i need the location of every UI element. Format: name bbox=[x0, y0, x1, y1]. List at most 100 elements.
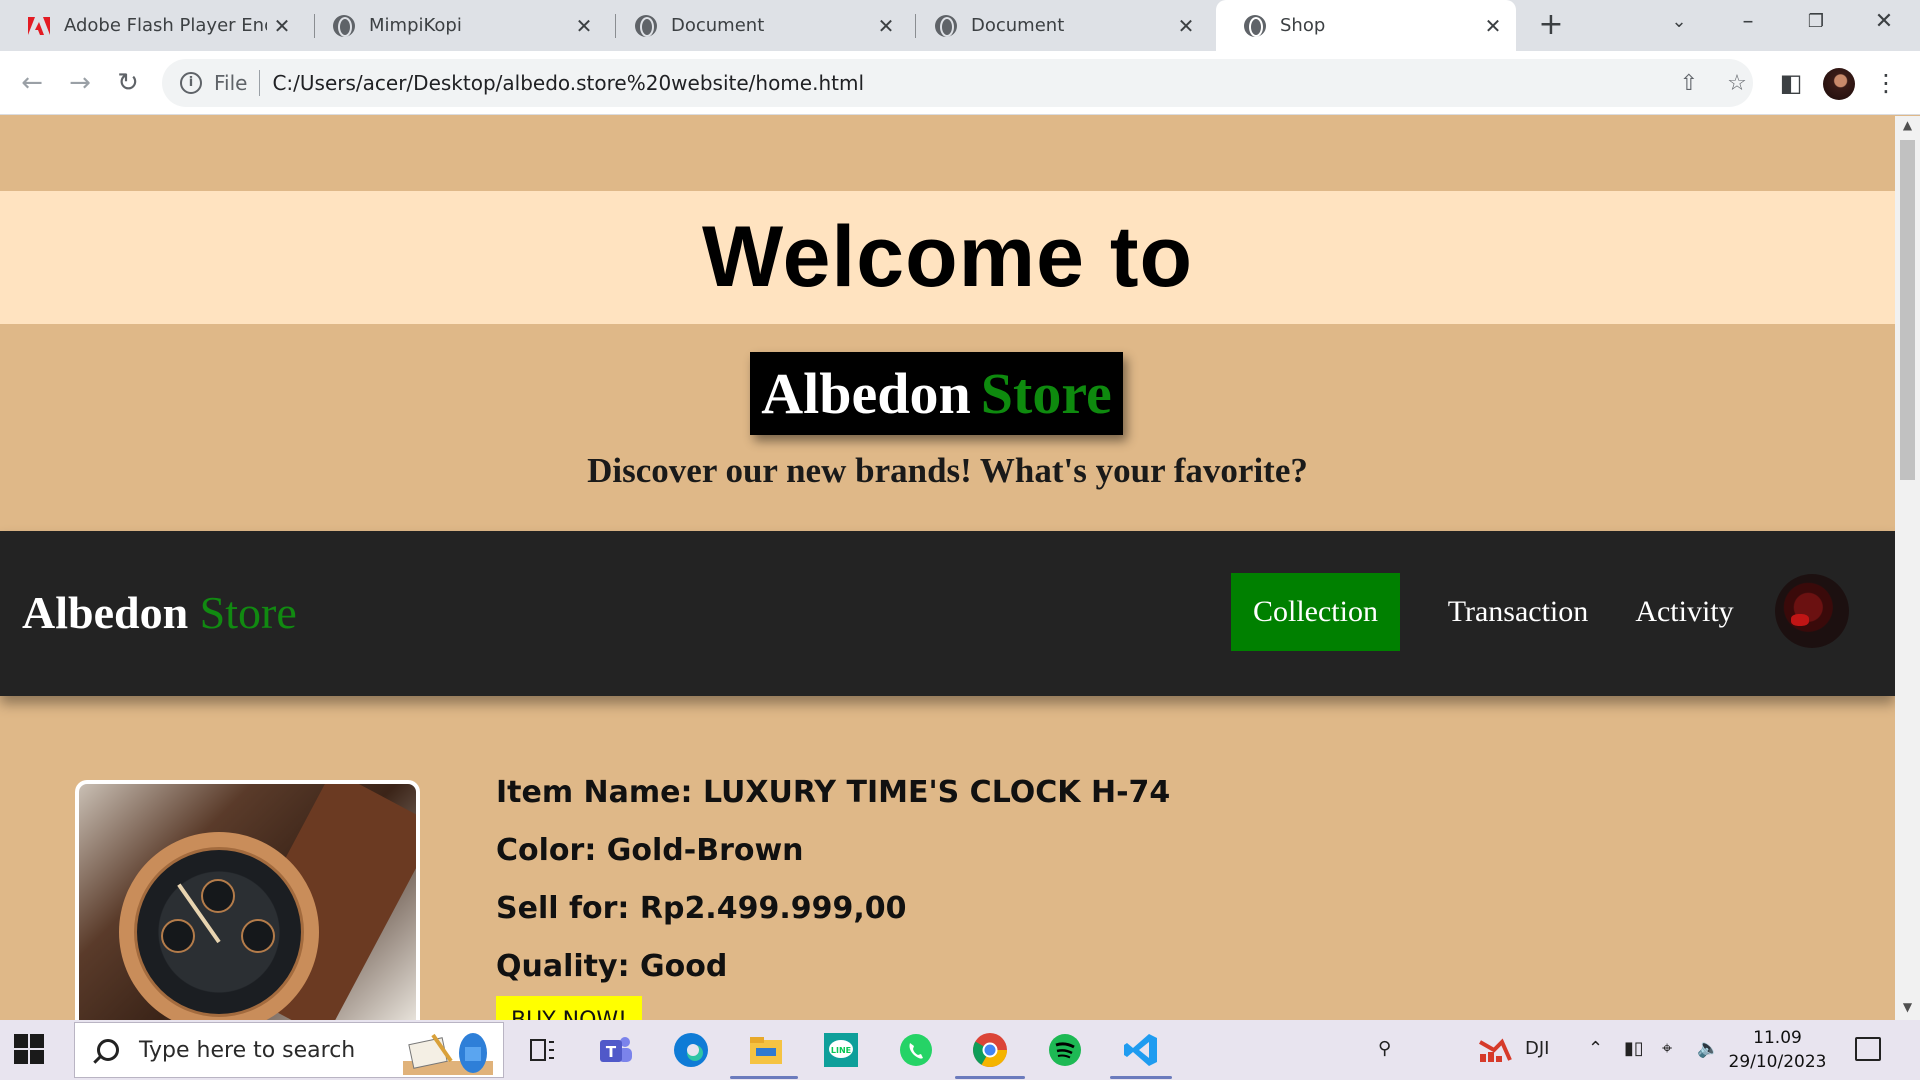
bookmark-star-icon[interactable]: ☆ bbox=[1722, 69, 1752, 99]
active-app-indicator bbox=[1110, 1076, 1172, 1079]
minimize-icon[interactable]: – bbox=[1720, 0, 1776, 44]
adobe-icon bbox=[28, 16, 50, 35]
buy-now-button[interactable]: BUY NOW! bbox=[496, 996, 642, 1020]
close-icon[interactable]: ✕ bbox=[267, 14, 297, 38]
logo-word1: Albedon bbox=[22, 587, 189, 638]
page-scrollbar[interactable]: ▲ ▼ bbox=[1895, 116, 1920, 1020]
vscode-icon[interactable] bbox=[1121, 1030, 1161, 1070]
people-icon[interactable]: ⚲ bbox=[1378, 1038, 1391, 1059]
scrollbar-thumb[interactable] bbox=[1900, 140, 1915, 480]
search-highlight-art-icon bbox=[403, 1033, 493, 1075]
windows-start-icon[interactable] bbox=[14, 1034, 46, 1066]
tab-search-chevron-icon[interactable]: ⌄ bbox=[1651, 0, 1707, 44]
clock-date: 29/10/2023 bbox=[1728, 1052, 1827, 1072]
product-color: Color: Gold-Brown bbox=[496, 833, 804, 868]
volume-icon[interactable]: 🔈 bbox=[1697, 1038, 1719, 1059]
profile-avatar[interactable] bbox=[1823, 68, 1855, 100]
tab-title: Shop bbox=[1280, 15, 1326, 36]
wifi-icon[interactable]: ⌖ bbox=[1662, 1038, 1672, 1059]
nav-link-collection[interactable]: Collection bbox=[1231, 573, 1400, 651]
restore-icon[interactable]: ❐ bbox=[1788, 0, 1844, 44]
chevron-up-icon[interactable]: ⌃ bbox=[1588, 1038, 1603, 1059]
product-price: Sell for: Rp2.499.999,00 bbox=[496, 891, 907, 926]
site-navbar: Albedon Store Collection Transaction Act… bbox=[0, 531, 1895, 696]
tab-title: Document bbox=[971, 15, 1065, 36]
product-name: Item Name: LUXURY TIME'S CLOCK H-74 bbox=[496, 775, 1171, 810]
active-app-indicator bbox=[730, 1076, 798, 1079]
menu-kebab-icon[interactable]: ⋮ bbox=[1866, 63, 1906, 103]
product-details: Item Name: LUXURY TIME'S CLOCK H-74 Colo… bbox=[496, 764, 1170, 996]
system-clock[interactable]: 11.09 29/10/2023 bbox=[1720, 1026, 1835, 1074]
close-icon[interactable]: ✕ bbox=[569, 14, 599, 38]
clock-time: 11.09 bbox=[1753, 1028, 1802, 1048]
scheme-label: File bbox=[214, 71, 248, 95]
reload-icon[interactable]: ↻ bbox=[108, 63, 148, 103]
forward-arrow-icon[interactable]: → bbox=[60, 63, 100, 103]
teams-icon[interactable]: T bbox=[596, 1030, 636, 1070]
user-avatar[interactable] bbox=[1775, 574, 1849, 648]
line-app-icon[interactable]: LINE bbox=[821, 1030, 861, 1070]
close-icon[interactable]: ✕ bbox=[1478, 14, 1508, 38]
chrome-icon[interactable] bbox=[970, 1030, 1010, 1070]
browser-tab-strip: Adobe Flash Player End of Life ✕ MimpiKo… bbox=[0, 0, 1920, 51]
omnibox-divider bbox=[259, 70, 261, 96]
watch-face bbox=[134, 847, 304, 1017]
address-bar[interactable]: i File C:/Users/acer/Desktop/albedo.stor… bbox=[162, 59, 1753, 107]
search-icon bbox=[97, 1039, 119, 1061]
product-image bbox=[75, 780, 420, 1020]
notification-icon[interactable] bbox=[1855, 1037, 1881, 1061]
spotify-icon[interactable] bbox=[1045, 1030, 1085, 1070]
share-icon[interactable]: ⇧ bbox=[1674, 69, 1704, 99]
watch-subdial bbox=[241, 919, 275, 953]
back-arrow-icon[interactable]: ← bbox=[12, 63, 52, 103]
store-badge: Albedon Store bbox=[750, 352, 1123, 435]
svg-text:LINE: LINE bbox=[831, 1046, 851, 1055]
tab-document-1[interactable]: Document ✕ bbox=[607, 0, 909, 51]
side-panel-icon[interactable]: ◧ bbox=[1771, 63, 1811, 103]
edge-icon[interactable] bbox=[671, 1030, 711, 1070]
watch-photo bbox=[79, 784, 416, 1020]
site-logo[interactable]: Albedon Store bbox=[22, 586, 297, 639]
logo-word2: Store bbox=[199, 587, 297, 638]
tab-shop[interactable]: Shop ✕ bbox=[1216, 0, 1516, 51]
file-explorer-icon[interactable] bbox=[746, 1030, 786, 1070]
close-icon[interactable]: ✕ bbox=[1171, 14, 1201, 38]
globe-icon bbox=[635, 14, 657, 37]
product-quality: Quality: Good bbox=[496, 949, 728, 984]
globe-icon bbox=[1244, 14, 1266, 37]
dji-tray-label: DJI bbox=[1525, 1038, 1550, 1059]
url-text[interactable]: C:/Users/acer/Desktop/albedo.store%20web… bbox=[272, 71, 864, 95]
globe-icon bbox=[333, 14, 355, 37]
windows-taskbar: Type here to search T LINE ⚲ DJI ⌃ ▮▯ ⌖ … bbox=[0, 1020, 1920, 1080]
browser-toolbar: ← → ↻ i File C:/Users/acer/Desktop/albed… bbox=[0, 51, 1920, 115]
tagline: Discover our new brands! What's your fav… bbox=[587, 451, 1308, 490]
welcome-heading: Welcome to bbox=[701, 209, 1194, 305]
watch-subdial bbox=[201, 879, 235, 913]
svg-text:T: T bbox=[606, 1043, 617, 1061]
dji-tray-icon[interactable] bbox=[1478, 1034, 1512, 1069]
tab-mimpikopi[interactable]: MimpiKopi ✕ bbox=[305, 0, 607, 51]
welcome-banner: Welcome to bbox=[0, 191, 1895, 324]
tab-title: MimpiKopi bbox=[369, 15, 462, 36]
scroll-up-icon[interactable]: ▲ bbox=[1895, 118, 1920, 132]
taskbar-search[interactable]: Type here to search bbox=[74, 1022, 504, 1078]
tab-title: Adobe Flash Player End of Life bbox=[64, 15, 267, 36]
watch-subdial bbox=[161, 919, 195, 953]
battery-icon[interactable]: ▮▯ bbox=[1624, 1038, 1644, 1059]
store-badge-word1: Albedon bbox=[761, 361, 971, 426]
close-icon[interactable]: ✕ bbox=[871, 14, 901, 38]
window-close-icon[interactable]: ✕ bbox=[1856, 0, 1912, 44]
nav-link-activity[interactable]: Activity bbox=[1622, 573, 1747, 651]
info-icon[interactable]: i bbox=[180, 72, 202, 94]
active-app-indicator bbox=[955, 1076, 1025, 1079]
new-tab-button[interactable]: + bbox=[1533, 7, 1569, 43]
nav-link-transaction[interactable]: Transaction bbox=[1428, 573, 1608, 651]
globe-icon bbox=[935, 14, 957, 37]
task-view-icon[interactable] bbox=[522, 1030, 562, 1070]
whatsapp-icon[interactable] bbox=[896, 1030, 936, 1070]
tab-document-2[interactable]: Document ✕ bbox=[907, 0, 1209, 51]
scroll-down-icon[interactable]: ▼ bbox=[1895, 1000, 1920, 1014]
tab-title: Document bbox=[671, 15, 765, 36]
store-badge-word2: Store bbox=[980, 361, 1112, 426]
tab-adobe-flash[interactable]: Adobe Flash Player End of Life ✕ bbox=[0, 0, 305, 51]
